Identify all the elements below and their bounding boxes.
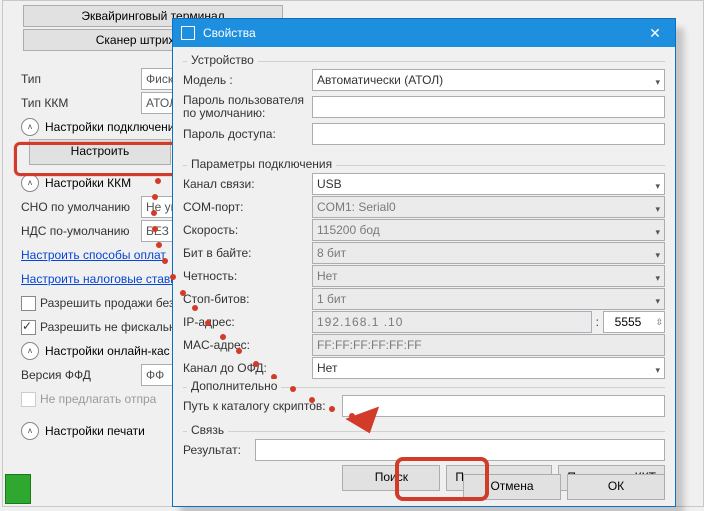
label-allow-sales: Разрешить продажи без [40,296,174,310]
label-accesspwd: Пароль доступа: [183,127,312,141]
label-scriptpath: Путь к каталогу скриптов: [183,399,342,413]
group-connection-label: Параметры подключения [187,157,336,171]
configure-button[interactable]: Настроить [29,139,171,165]
label-ip: IP-адрес: [183,315,312,329]
field-comport: COM1: Serial0 [312,196,665,218]
label-result: Результат: [183,443,255,457]
expander-connection-icon[interactable]: ʌ [21,118,39,136]
field-port[interactable]: 5555 [603,311,665,333]
green-indicator [5,474,31,504]
dialog-title: Свойства [203,26,256,40]
label-allow-nonfiscal: Разрешить не фискальн [40,320,176,334]
field-stopbits: 1 бит [312,288,665,310]
label-bits: Бит в байте: [183,246,312,260]
label-tipkkm: Тип ККМ [21,96,141,110]
link-payment-methods[interactable]: Настроить способы оплат [21,248,166,262]
field-channel[interactable]: USB [312,173,665,195]
label-nds: НДС по-умолчанию [21,224,141,238]
field-speed: 115200 бод [312,219,665,241]
close-icon[interactable]: ✕ [635,19,675,47]
dialog-titlebar: Свойства ✕ [173,19,675,47]
label-sno: СНО по умолчанию [21,200,141,214]
link-tax-rates[interactable]: Настроить налоговые ставки [21,272,182,286]
titlebar-app-icon [181,26,195,40]
label-tip: Тип [21,72,141,86]
checkbox-allow-sales[interactable] [21,296,36,311]
section-connection-label: Настройки подключения [45,120,181,134]
label-stopbits: Стоп-битов: [183,292,312,306]
field-result [255,439,665,461]
label-model: Модель : [183,73,312,87]
section-print-label: Настройки печати [45,424,145,438]
search-button[interactable]: Поиск [342,465,440,491]
checkbox-dont-offer [21,392,36,407]
ok-button[interactable]: ОК [567,474,665,500]
label-parity: Четность: [183,269,312,283]
group-link-label: Связь [187,423,228,437]
label-comport: COM-порт: [183,200,312,214]
label-ofd: Канал до ОФД: [183,361,312,375]
checkbox-allow-nonfiscal[interactable] [21,320,36,335]
field-ip: 192.168.1 .10 [312,311,592,333]
label-channel: Канал связи: [183,177,312,191]
label-dont-offer: Не предлагать отпра [40,392,156,406]
group-device-label: Устройство [187,53,258,67]
field-userpwd[interactable] [312,96,665,118]
section-kkm-label: Настройки ККМ [45,176,131,190]
field-accesspwd[interactable] [312,123,665,145]
field-bits: 8 бит [312,242,665,264]
field-mac: FF:FF:FF:FF:FF:FF [312,334,665,356]
expander-kkm-icon[interactable]: ʌ [21,174,39,192]
expander-print-icon[interactable]: ʌ [21,422,39,440]
field-parity: Нет [312,265,665,287]
label-mac: MAC-адрес: [183,338,312,352]
field-model[interactable]: Автоматически (АТОЛ) [312,69,665,91]
expander-online-icon[interactable]: ʌ [21,342,39,360]
section-online-label: Настройки онлайн-кас [45,344,170,358]
properties-dialog: Свойства ✕ Устройство Модель : Автоматич… [172,18,676,507]
field-ofd[interactable]: Нет [312,357,665,379]
group-extra-label: Дополнительно [187,379,281,393]
label-ffd: Версия ФФД [21,368,141,382]
port-separator: : [596,315,599,329]
field-scriptpath[interactable] [342,395,665,417]
label-speed: Скорость: [183,223,312,237]
cancel-button[interactable]: Отмена [463,474,561,500]
label-userpwd: Пароль пользователя по умолчанию: [183,94,312,120]
